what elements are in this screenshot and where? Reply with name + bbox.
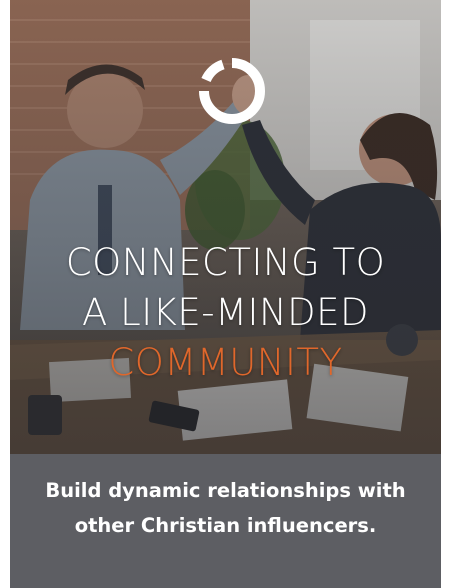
headline-line-3-accent: COMMUNITY xyxy=(108,341,343,384)
headline-line-2: A LIKE-MINDED xyxy=(82,291,369,334)
promo-card: CONNECTING TO A LIKE-MINDED COMMUNITY Bu… xyxy=(10,0,441,588)
hero-image: CONNECTING TO A LIKE-MINDED COMMUNITY xyxy=(10,0,441,454)
caption-text: Build dynamic relationships with other C… xyxy=(45,479,406,537)
headline-line-1: CONNECTING TO xyxy=(65,241,386,284)
caption-panel: Build dynamic relationships with other C… xyxy=(10,454,441,588)
circular-arc-logo-icon xyxy=(199,58,265,124)
